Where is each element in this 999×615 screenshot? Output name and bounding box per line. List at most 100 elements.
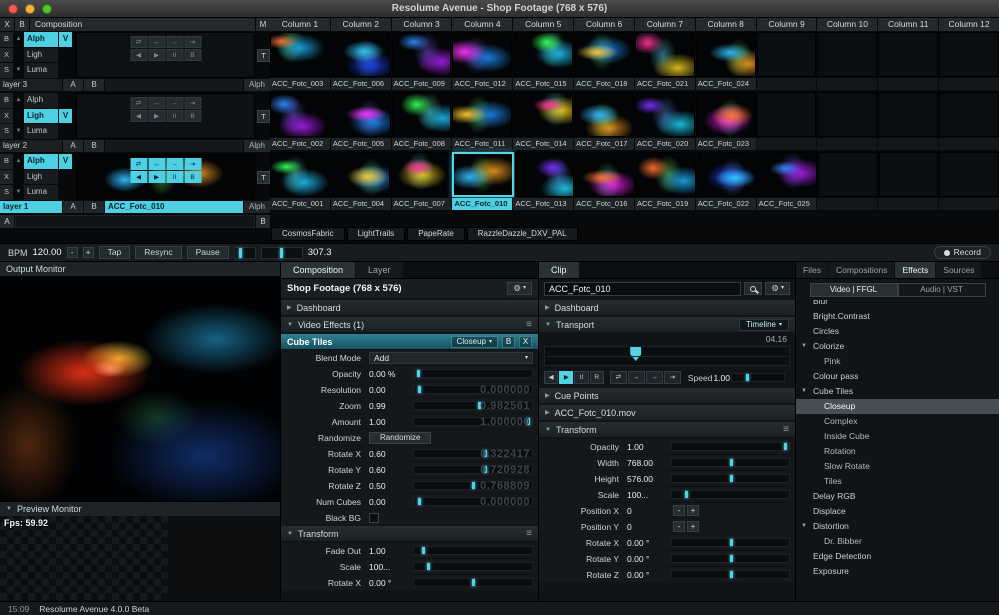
tab-layer[interactable]: Layer (356, 262, 403, 278)
bpm-decrease-button[interactable]: - (67, 247, 78, 258)
clip-label[interactable] (878, 198, 938, 210)
effect-item[interactable]: Blur (796, 300, 999, 309)
effect-item[interactable]: ▼Cube Tiles (796, 384, 999, 399)
clip-thumbnail[interactable] (331, 92, 391, 137)
loop-mode-button[interactable]: ⇄ (130, 97, 147, 109)
layer-target-button[interactable]: T (257, 49, 270, 62)
layer-solo-button[interactable]: S (0, 63, 13, 78)
clip-thumbnail[interactable] (817, 92, 877, 137)
column-header[interactable]: Column 12 (939, 18, 999, 31)
clip-label[interactable]: ACC_Fotc_018 (574, 78, 634, 90)
decrement-button[interactable]: - (673, 521, 685, 532)
layer-clip-name[interactable] (105, 79, 243, 91)
layer-composite-mode[interactable]: Alph (244, 140, 270, 152)
clip-thumbnail[interactable] (452, 152, 514, 197)
clip-label[interactable] (939, 78, 999, 90)
blend-mode-option[interactable]: Ligh (24, 170, 58, 185)
loop-mode-button[interactable]: → (166, 36, 183, 48)
layer-bypass-button[interactable]: B (0, 154, 13, 169)
clip-label[interactable]: ACC_Fotc_009 (392, 78, 452, 90)
clip-thumbnail[interactable] (635, 92, 695, 137)
transport-mode-dropdown[interactable]: Timeline▾ (739, 319, 789, 331)
effect-item[interactable]: Edge Detection (796, 549, 999, 564)
menu-icon[interactable]: ≡ (526, 528, 532, 539)
transport-button[interactable]: B (184, 110, 201, 122)
effect-item[interactable]: Delay RGB (796, 489, 999, 504)
layer-b-button[interactable]: B (84, 201, 104, 213)
composition-b-button[interactable]: B (15, 18, 29, 31)
clip-thumbnail[interactable] (817, 32, 877, 77)
column-header[interactable]: Column 9 (757, 18, 817, 31)
layer-clear-button[interactable]: X (0, 170, 13, 185)
loop-mode-button[interactable]: ↔ (148, 97, 165, 109)
clip-thumbnail[interactable] (392, 92, 452, 137)
tap-button[interactable]: Tap (99, 246, 131, 259)
blend-mode-option[interactable]: Ligh (24, 109, 58, 124)
up-arrow-icon[interactable]: ▲ (14, 93, 23, 108)
param-slider[interactable] (671, 538, 790, 547)
layer-b-button[interactable]: B (84, 140, 104, 152)
clip-label[interactable] (757, 138, 817, 150)
param-slider[interactable] (413, 369, 533, 378)
increment-button[interactable]: + (687, 521, 699, 532)
clip-transform-section-header[interactable]: ▼Transform≡ (539, 422, 795, 437)
effect-preset-item[interactable]: Slow Rotate (796, 459, 999, 474)
effect-preset-item[interactable]: Pink (796, 354, 999, 369)
menu-icon[interactable]: ≡ (526, 319, 532, 330)
param-slider[interactable] (413, 562, 533, 571)
down-arrow-icon[interactable]: ▼ (14, 124, 23, 139)
param-slider[interactable] (671, 442, 790, 451)
effect-item[interactable]: Circles (796, 324, 999, 339)
effect-item[interactable]: Colour pass (796, 369, 999, 384)
transform-section-header[interactable]: ▼Transform≡ (281, 526, 538, 541)
resync-button[interactable]: Resync (135, 246, 181, 259)
transport-button[interactable]: II (166, 110, 183, 122)
composition-x-button[interactable]: X (0, 18, 14, 31)
layer-solo-button[interactable]: S (0, 185, 13, 200)
clip-thumbnail[interactable] (452, 92, 512, 137)
play-to-end-button[interactable]: ⇥ (664, 371, 681, 384)
search-button[interactable] (744, 282, 762, 295)
column-header[interactable]: Column 4 (452, 18, 512, 31)
down-arrow-icon[interactable]: ▼ (14, 185, 23, 200)
clip-label[interactable]: ACC_Fotc_022 (696, 198, 756, 210)
effect-item[interactable]: ▼Colorize (796, 339, 999, 354)
clip-thumbnail[interactable] (331, 32, 391, 77)
param-slider[interactable] (413, 578, 533, 587)
effect-item[interactable]: Bright.Contrast (796, 309, 999, 324)
deck-tab[interactable]: RazzleDazzle_DXV_PAL (467, 227, 578, 241)
clip-settings-button[interactable]: ⚙▾ (765, 282, 790, 295)
effect-item[interactable]: ▼Distortion (796, 519, 999, 534)
param-slider[interactable] (413, 546, 533, 555)
clip-thumbnail[interactable] (331, 152, 391, 197)
param-slider[interactable]: 0.000000 (413, 497, 533, 506)
blend-mode-option[interactable]: Luma (24, 124, 58, 139)
gear-icon[interactable]: ⚙▾ (507, 282, 532, 295)
layer-bypass-button[interactable]: B (0, 93, 13, 108)
layer-target-button[interactable]: T (257, 171, 270, 184)
column-header[interactable]: Column 5 (513, 18, 573, 31)
clip-label[interactable]: ACC_Fotc_025 (757, 198, 817, 210)
clip-thumbnail[interactable] (270, 32, 330, 77)
param-checkbox[interactable] (369, 513, 379, 523)
column-header[interactable]: Column 10 (817, 18, 877, 31)
column-header[interactable]: Column 11 (878, 18, 938, 31)
clip-label[interactable] (878, 78, 938, 90)
blend-mode-option[interactable]: Luma (24, 63, 58, 78)
clip-thumbnail[interactable] (270, 152, 330, 197)
clip-thumbnail[interactable] (878, 92, 938, 137)
tab-sources[interactable]: Sources (936, 262, 981, 278)
layer-name[interactable]: layer 1 (0, 201, 62, 213)
close-button[interactable] (8, 4, 18, 14)
effect-preset-item[interactable]: Tiles (796, 474, 999, 489)
loop-mode-button[interactable]: ↔ (148, 158, 165, 170)
video-toggle[interactable]: V (59, 109, 72, 124)
layer-name[interactable]: layer 3 (0, 79, 62, 91)
clip-label[interactable]: ACC_Fotc_001 (270, 198, 330, 210)
metronome-indicator[interactable] (234, 247, 256, 259)
clip-label[interactable] (817, 78, 877, 90)
loop-button[interactable]: ⇄ (610, 371, 627, 384)
effect-preset-item[interactable]: Complex (796, 414, 999, 429)
clip-thumbnail[interactable] (879, 152, 939, 197)
transport-button[interactable]: ▶ (148, 171, 165, 183)
